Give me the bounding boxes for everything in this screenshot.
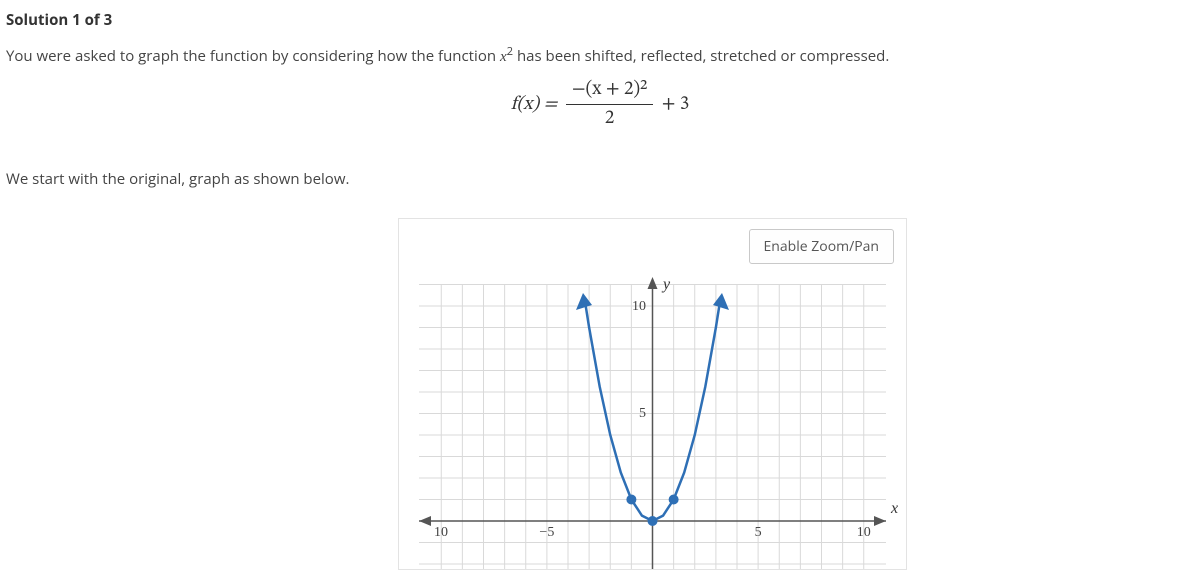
enable-zoom-button[interactable]: Enable Zoom/Pan [749,229,894,264]
tick-x-5: 5 [755,525,762,540]
y-axis-arrow-up [648,277,658,289]
subtext: We start with the original, graph as sho… [0,135,1200,189]
intro-after: has been shifted, reflected, stretched o… [513,46,889,66]
axis-label-y: y [661,276,671,293]
plot-area[interactable]: 10 −5 5 10 5 10 y x [399,265,906,569]
zoom-button-label: Enable Zoom/Pan [764,237,879,256]
formula-num: −(x + 2)² [566,78,653,105]
point-0-0 [648,516,658,526]
solution-heading: Solution 1 of 3 [0,0,1200,30]
axis-label-x: x [890,500,898,517]
intro-text: You were asked to graph the function by … [0,30,1200,66]
tick-y-5: 5 [639,406,646,421]
subtext-content: We start with the original, graph as sho… [6,169,349,189]
x-axis-arrow-left [419,516,431,526]
formula-den: 2 [566,105,653,131]
intro-base: x [500,49,507,65]
plot-svg: 10 −5 5 10 5 10 y x [399,265,906,569]
tick-x-neg10: 10 [434,525,448,540]
point-1-1 [669,495,679,505]
formula-lhs: f(x) = [511,95,562,114]
tick-x-10: 10 [857,525,871,540]
formula-fraction: −(x + 2)² 2 [566,78,653,131]
formula: f(x) = −(x + 2)² 2 + 3 [0,66,1200,135]
intro-before: You were asked to graph the function by … [6,46,500,66]
x-axis-arrow-right [874,516,886,526]
solution-page: Solution 1 of 3 You were asked to graph … [0,0,1200,570]
tick-x-neg5: −5 [539,525,554,540]
graph-panel: Enable Zoom/Pan [398,218,907,570]
formula-rhs: + 3 [662,95,690,114]
point-neg1-1 [626,495,636,505]
heading-text: Solution 1 of 3 [6,10,112,30]
tick-y-10: 10 [632,299,646,314]
